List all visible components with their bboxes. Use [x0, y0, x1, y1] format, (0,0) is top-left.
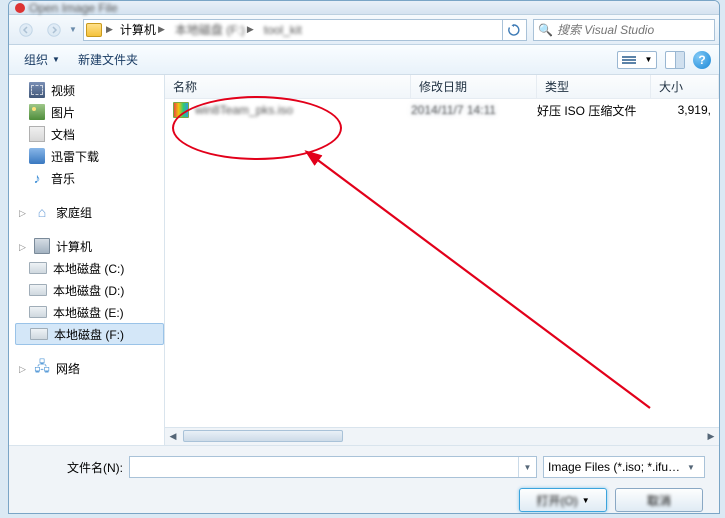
filetype-label: Image Files (*.iso; *.ifu; *.bin — [548, 460, 682, 474]
nav-history-dropdown[interactable]: ▼ — [69, 25, 81, 34]
sidebar-item-pictures[interactable]: 图片 — [15, 101, 164, 123]
sidebar-item-label: 音乐 — [51, 170, 75, 187]
open-file-dialog: Open Image File ▼ ▶ 计算机▶ 本地磁盘 (F:)▶ tool… — [8, 0, 720, 514]
sidebar-item-label: 网络 — [56, 360, 80, 377]
file-row[interactable]: win8Team_pks.iso 2014/11/7 14:11 好压 ISO … — [165, 99, 719, 121]
sidebar-item-label: 家庭组 — [56, 204, 92, 221]
list-header: 名称 修改日期 类型 大小 — [165, 75, 719, 99]
sidebar-item-label: 迅雷下载 — [51, 148, 99, 165]
window-title: Open Image File — [29, 1, 118, 15]
file-list: 名称 修改日期 类型 大小 win8Team_pks.iso 2014/11/7… — [165, 75, 719, 445]
sidebar-group-computer[interactable]: ▷ 计算机 — [15, 235, 164, 257]
column-header-type[interactable]: 类型 — [537, 75, 651, 98]
sidebar-item-music[interactable]: ♪ 音乐 — [15, 167, 164, 189]
column-header-size[interactable]: 大小 — [651, 75, 719, 98]
chevron-down-icon: ▼ — [52, 55, 60, 64]
addr-seg-drive[interactable]: 本地磁盘 (F:)▶ — [172, 20, 257, 40]
chevron-right-icon[interactable]: ▶ — [106, 24, 113, 35]
dialog-footer: 文件名(N): ▼ Image Files (*.iso; *.ifu; *.b… — [9, 445, 719, 514]
toolbar: 组织▼ 新建文件夹 ▼ ? — [9, 45, 719, 75]
refresh-icon — [508, 24, 520, 36]
search-input[interactable] — [557, 23, 710, 37]
sidebar-item-label: 本地磁盘 (E:) — [53, 304, 124, 321]
nav-back-button[interactable] — [13, 18, 39, 42]
sidebar-item-documents[interactable]: 文档 — [15, 123, 164, 145]
sidebar-item-label: 本地磁盘 (F:) — [54, 326, 124, 343]
drive-icon — [29, 284, 47, 296]
organize-button[interactable]: 组织▼ — [17, 49, 67, 71]
nav-sidebar[interactable]: 视频 图片 文档 迅雷下载 ♪ 音乐 ▷ ⌂ 家庭组 ▷ 计算机 本地磁盘 (C:) 本… — [9, 75, 165, 445]
filetype-select[interactable]: Image Files (*.iso; *.ifu; *.bin ▼ — [543, 456, 705, 478]
file-name: win8Team_pks.iso — [195, 103, 293, 117]
sidebar-item-label: 视频 — [51, 82, 75, 99]
preview-pane-button[interactable] — [665, 51, 685, 69]
scroll-thumb[interactable] — [183, 430, 343, 442]
addr-seg-folder[interactable]: tool_kit — [261, 20, 305, 40]
filename-input[interactable] — [130, 460, 518, 474]
sidebar-group-homegroup[interactable]: ▷ ⌂ 家庭组 — [15, 201, 164, 223]
chevron-down-icon[interactable]: ▼ — [518, 457, 536, 477]
sidebar-item-label: 本地磁盘 (C:) — [53, 260, 124, 277]
scroll-right-icon[interactable]: ▶ — [703, 429, 719, 443]
sidebar-item-drive-d[interactable]: 本地磁盘 (D:) — [15, 279, 164, 301]
new-folder-button[interactable]: 新建文件夹 — [71, 49, 145, 71]
sidebar-item-label: 本地磁盘 (D:) — [53, 282, 124, 299]
computer-icon — [34, 238, 50, 254]
refresh-button[interactable] — [502, 19, 524, 41]
titlebar: Open Image File — [9, 1, 719, 15]
filename-label: 文件名(N): — [23, 459, 123, 476]
collapse-icon: ▷ — [19, 208, 28, 217]
sidebar-item-download[interactable]: 迅雷下载 — [15, 145, 164, 167]
sidebar-item-label: 计算机 — [56, 238, 92, 255]
forward-icon — [47, 23, 61, 37]
navbar: ▼ ▶ 计算机▶ 本地磁盘 (F:)▶ tool_kit 🔍 — [9, 15, 719, 45]
doc-icon — [29, 126, 45, 142]
network-icon: 🖧 — [34, 360, 50, 376]
file-type: 好压 ISO 压缩文件 — [537, 102, 651, 119]
drive-icon — [30, 328, 48, 340]
list-view-icon — [622, 54, 636, 66]
folder-icon — [86, 23, 102, 37]
drive-icon — [29, 306, 47, 318]
scroll-left-icon[interactable]: ◀ — [165, 429, 181, 443]
view-mode-button[interactable]: ▼ — [617, 51, 657, 69]
sidebar-item-drive-e[interactable]: 本地磁盘 (E:) — [15, 301, 164, 323]
horizontal-scrollbar[interactable]: ◀ ▶ — [165, 427, 719, 445]
homegroup-icon: ⌂ — [34, 204, 50, 220]
iso-file-icon — [173, 102, 189, 118]
image-icon — [29, 104, 45, 120]
sidebar-group-network[interactable]: ▷ 🖧 网络 — [15, 357, 164, 379]
cancel-button[interactable]: 取消 — [615, 488, 703, 512]
search-icon: 🔍 — [538, 23, 553, 37]
filename-combo[interactable]: ▼ — [129, 456, 537, 478]
file-size: 3,919, — [651, 103, 719, 117]
open-button[interactable]: 打开(O)▼ — [519, 488, 607, 512]
chevron-down-icon: ▼ — [582, 496, 590, 505]
column-header-date[interactable]: 修改日期 — [411, 75, 537, 98]
sidebar-item-label: 图片 — [51, 104, 75, 121]
addr-seg-computer[interactable]: 计算机▶ — [117, 20, 168, 40]
chevron-down-icon: ▼ — [645, 55, 653, 64]
help-button[interactable]: ? — [693, 51, 711, 69]
column-header-name[interactable]: 名称 — [165, 75, 411, 98]
sidebar-item-video[interactable]: 视频 — [15, 79, 164, 101]
search-box[interactable]: 🔍 — [533, 19, 715, 41]
music-icon: ♪ — [29, 170, 45, 186]
sidebar-item-drive-c[interactable]: 本地磁盘 (C:) — [15, 257, 164, 279]
file-date: 2014/11/7 14:11 — [411, 103, 537, 117]
chevron-down-icon: ▼ — [682, 457, 700, 477]
help-icon: ? — [698, 53, 705, 67]
video-icon — [29, 82, 45, 98]
collapse-icon: ▷ — [19, 364, 28, 373]
drive-icon — [29, 262, 47, 274]
app-icon — [15, 3, 25, 13]
nav-forward-button[interactable] — [41, 18, 67, 42]
back-icon — [19, 23, 33, 37]
address-bar[interactable]: ▶ 计算机▶ 本地磁盘 (F:)▶ tool_kit — [83, 19, 527, 41]
list-body[interactable]: win8Team_pks.iso 2014/11/7 14:11 好压 ISO … — [165, 99, 719, 427]
download-icon — [29, 148, 45, 164]
sidebar-item-label: 文档 — [51, 126, 75, 143]
sidebar-item-drive-f[interactable]: 本地磁盘 (F:) — [15, 323, 164, 345]
expand-icon: ▷ — [19, 242, 28, 251]
